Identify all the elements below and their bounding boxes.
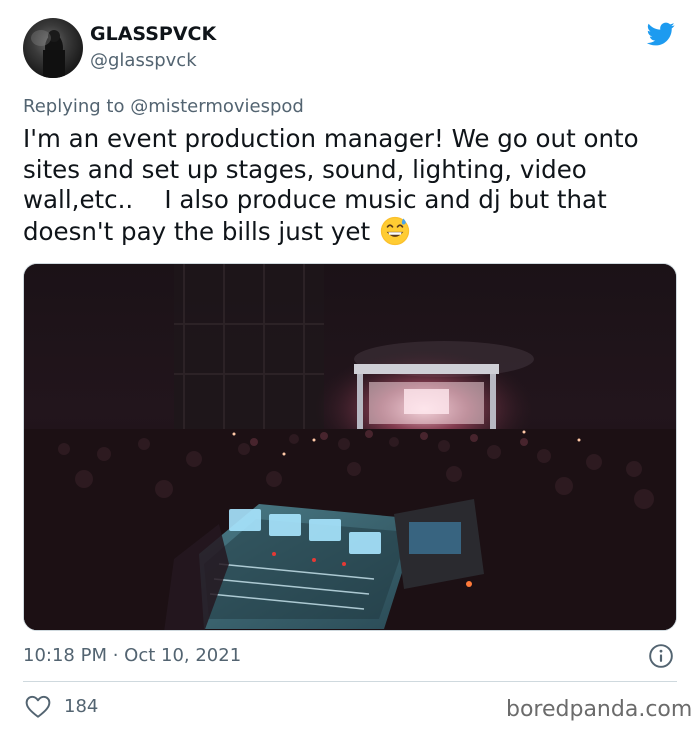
replying-to: Replying to @mistermoviespod [23,96,304,117]
tweet-text-body: I'm an event production manager! We go o… [23,124,639,246]
heart-icon[interactable] [25,695,51,719]
author-handle[interactable]: @glasspvck [90,50,197,71]
divider [23,681,677,682]
replying-prefix: Replying to [23,96,131,117]
author-display-name[interactable]: GLASSPVCK [90,23,216,45]
reply-mention-link[interactable]: @mistermoviespod [130,96,304,117]
tweet-timestamp[interactable]: 10:18 PM · Oct 10, 2021 [23,645,241,666]
tweet-text: I'm an event production manager! We go o… [23,124,683,247]
twitter-bird-icon[interactable] [645,20,677,48]
tweet-photo[interactable] [23,263,677,631]
info-icon[interactable] [648,643,674,669]
grinning-face-with-sweat-icon [380,216,410,245]
like-count: 184 [64,696,99,717]
avatar[interactable] [23,18,83,78]
concert-photo-image [24,264,676,630]
watermark: boredpanda.com [506,697,693,722]
